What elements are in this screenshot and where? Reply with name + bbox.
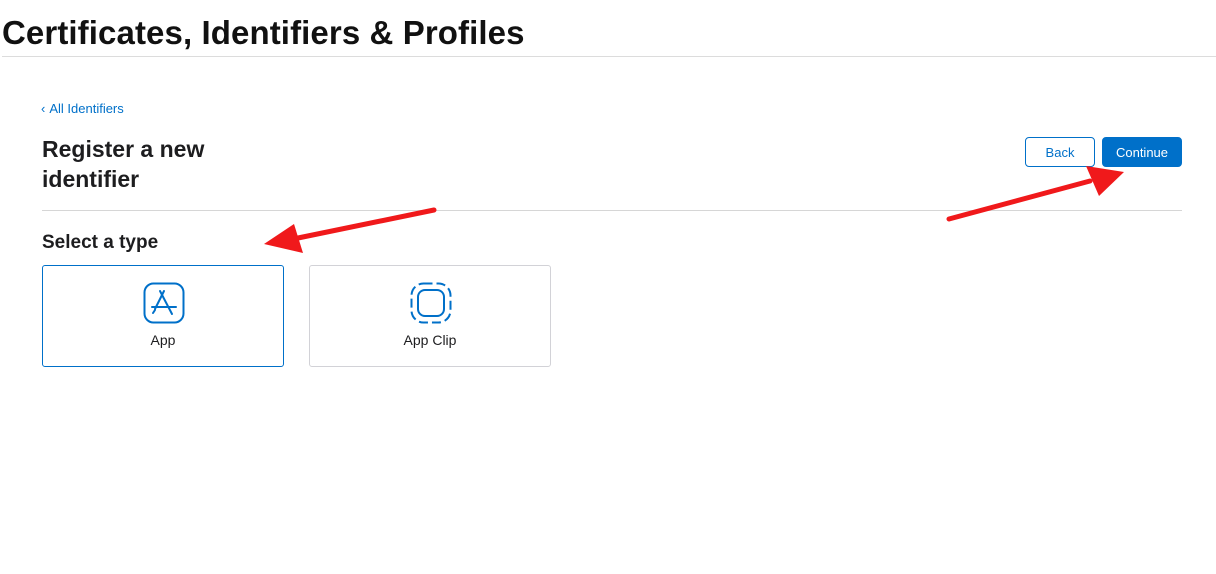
red-arrow-icon xyxy=(264,207,437,253)
red-arrow-icon xyxy=(946,166,1124,222)
app-store-icon xyxy=(143,282,185,324)
page-title: Certificates, Identifiers & Profiles xyxy=(2,14,525,51)
header-divider xyxy=(2,56,1216,57)
breadcrumb-all-identifiers[interactable]: ‹ All Identifiers xyxy=(41,101,124,116)
type-card-label: App xyxy=(150,332,176,348)
register-heading: Register a new identifier xyxy=(42,136,205,192)
section-divider xyxy=(42,210,1182,211)
breadcrumb-label: All Identifiers xyxy=(49,101,124,116)
continue-button[interactable]: Continue xyxy=(1102,137,1182,167)
type-card-label: App Clip xyxy=(403,332,457,348)
app-clip-icon xyxy=(410,282,452,324)
type-card-app-clip[interactable]: App Clip xyxy=(309,265,551,367)
chevron-left-icon: ‹ xyxy=(41,101,46,116)
type-card-app[interactable]: App xyxy=(42,265,284,367)
select-type-heading: Select a type xyxy=(42,232,159,253)
back-button[interactable]: Back xyxy=(1025,137,1095,167)
